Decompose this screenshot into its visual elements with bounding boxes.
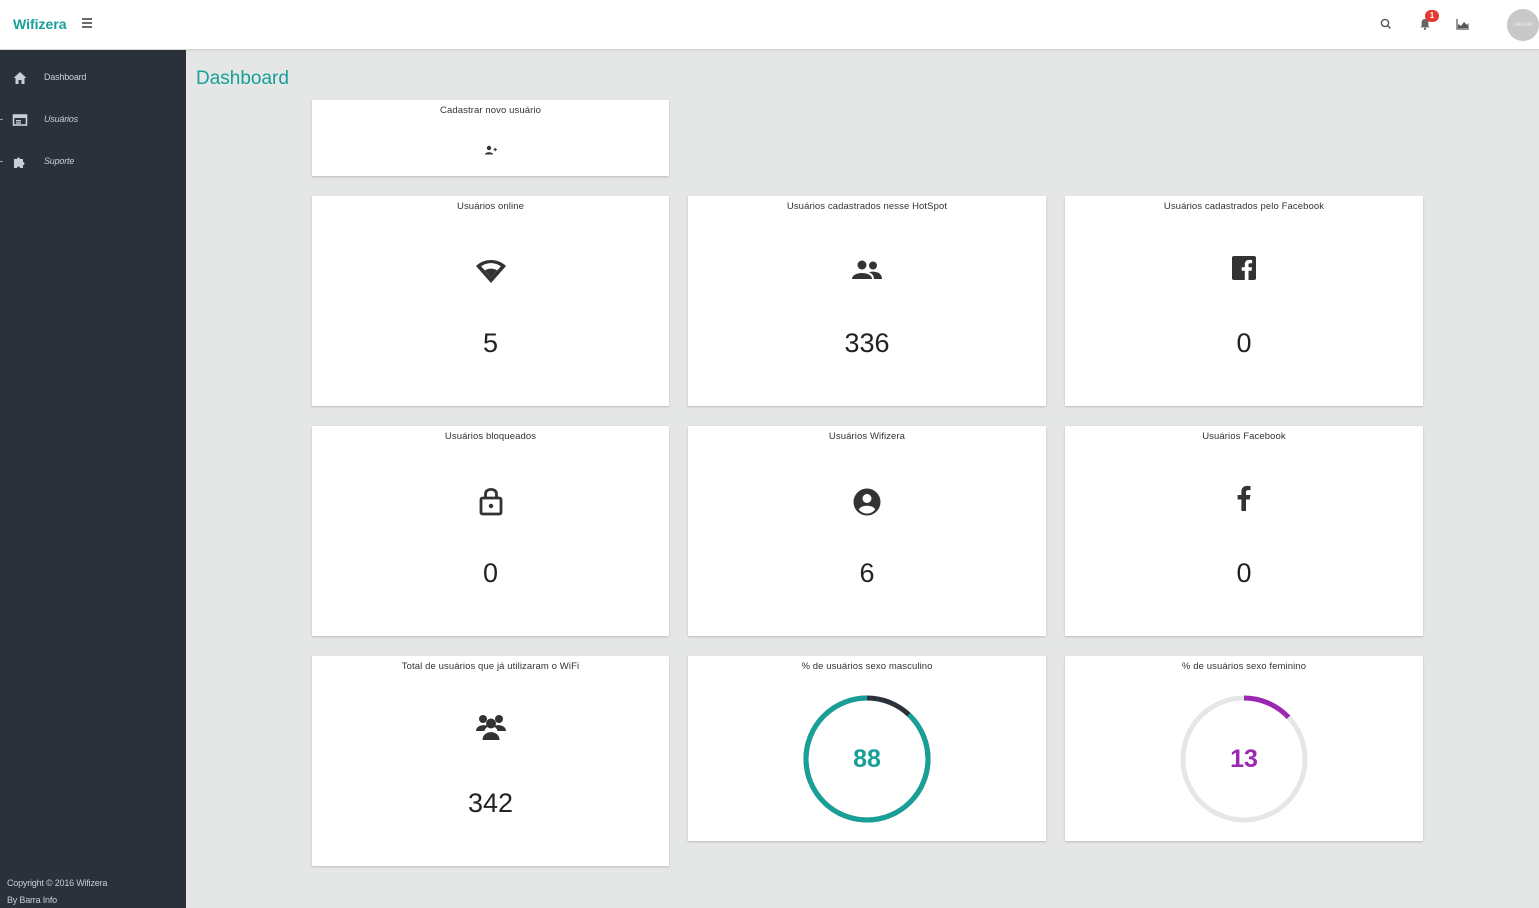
female-gauge: 13 (1176, 691, 1312, 827)
area-chart-icon[interactable] (1456, 17, 1470, 31)
sidebar-footer: Copyright © 2016 Wifizera By Barra Info (7, 875, 107, 908)
online-users-card: Usuários online 5 (312, 196, 669, 406)
sidebar-item-marker (0, 161, 3, 162)
top-bar: Wifizera 1 140x140 (0, 0, 1539, 50)
sidebar-item-label: Dashboard (44, 72, 87, 82)
card-value: 6 (859, 558, 875, 588)
wifizera-users-card: Usuários Wifizera 6 (688, 426, 1046, 636)
card-value: 5 (482, 328, 499, 358)
list-icon (12, 112, 28, 128)
card-title: Usuários online (457, 201, 524, 212)
female-percent-card: % de usuários sexo feminino 13 (1065, 656, 1423, 841)
facebook-square-icon (1232, 256, 1256, 285)
hotspot-users-card: Usuários cadastrados nesse HotSpot 336 (688, 196, 1046, 406)
group-icon (475, 713, 506, 746)
card-title: % de usuários sexo feminino (1181, 661, 1307, 672)
menu-toggle-button[interactable] (82, 18, 92, 28)
card-title: % de usuários sexo masculino (801, 661, 933, 672)
card-value: 0 (1236, 328, 1252, 358)
sidebar-item-usuarios[interactable]: Usuários (0, 105, 186, 135)
sidebar: Dashboard Usuários Suporte Copyright © 2… (0, 50, 186, 908)
sidebar-item-label: Suporte (44, 156, 75, 166)
facebook-f-icon (1237, 485, 1251, 516)
card-title: Total de usuários que já utilizaram o Wi… (401, 661, 580, 672)
sidebar-item-marker (0, 119, 3, 120)
facebook-users-card: Usuários Facebook 0 (1065, 426, 1423, 636)
gauge-value: 13 (1230, 745, 1258, 773)
male-percent-card: % de usuários sexo masculino 88 (688, 656, 1046, 841)
new-user-card[interactable]: Cadastrar novo usuário (312, 100, 669, 176)
avatar[interactable]: 140x140 (1507, 9, 1539, 41)
copyright-text: Copyright © 2016 Wifizera (7, 878, 108, 888)
add-user-icon[interactable] (484, 142, 497, 160)
male-gauge: 88 (799, 691, 935, 827)
people-icon (852, 260, 882, 285)
notification-badge: 1 (1425, 10, 1439, 22)
wifi-icon (475, 256, 507, 289)
puzzle-icon (12, 154, 28, 170)
facebook-registered-card: Usuários cadastrados pelo Facebook 0 (1065, 196, 1423, 406)
sidebar-item-suporte[interactable]: Suporte (0, 147, 186, 177)
card-title: Usuários Wifizera (828, 431, 906, 442)
home-icon (12, 70, 28, 86)
card-title: Usuários Facebook (1202, 431, 1286, 442)
lock-icon (479, 486, 503, 521)
card-value: 336 (844, 328, 890, 358)
card-title: Usuários bloqueados (444, 431, 537, 442)
account-circle-icon (853, 488, 881, 521)
sidebar-item-dashboard[interactable]: Dashboard (0, 63, 186, 93)
card-value: 342 (467, 788, 514, 818)
card-value: 0 (1236, 558, 1252, 588)
blocked-users-card: Usuários bloqueados 0 (312, 426, 669, 636)
gauge-value: 88 (853, 745, 881, 773)
credits-text: By Barra Info (7, 895, 57, 905)
search-icon[interactable] (1379, 17, 1393, 31)
total-users-card: Total de usuários que já utilizaram o Wi… (312, 656, 669, 866)
brand-logo[interactable]: Wifizera (13, 16, 67, 32)
sidebar-item-label: Usuários (44, 114, 78, 124)
card-title: Usuários cadastrados nesse HotSpot (786, 201, 948, 212)
card-title: Cadastrar novo usuário (440, 105, 541, 116)
page-title: Dashboard (196, 68, 289, 89)
card-title: Usuários cadastrados pelo Facebook (1163, 201, 1325, 212)
card-value: 0 (482, 558, 499, 588)
